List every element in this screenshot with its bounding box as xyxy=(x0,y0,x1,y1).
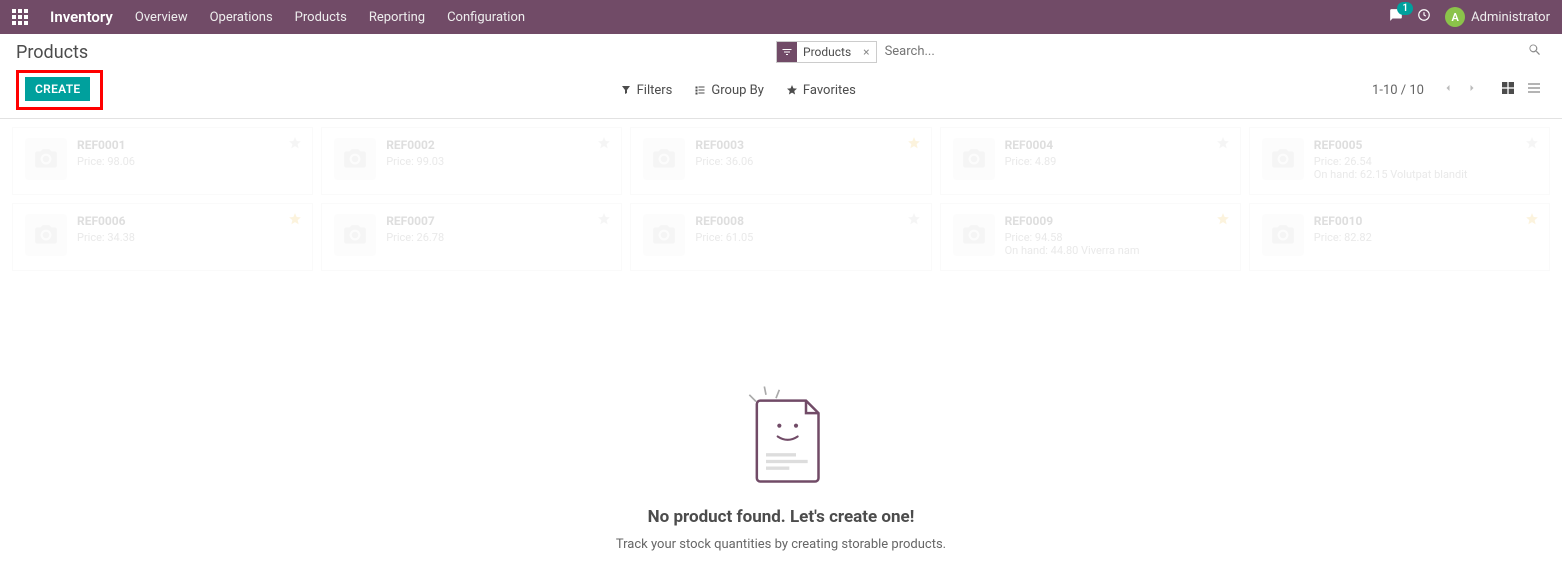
pager-text: 1-10 / 10 xyxy=(1372,83,1424,98)
favorites-button[interactable]: Favorites xyxy=(786,83,856,98)
avatar: A xyxy=(1445,7,1465,27)
star-icon[interactable] xyxy=(1525,136,1539,154)
favorites-label: Favorites xyxy=(803,83,856,98)
camera-icon xyxy=(25,214,67,256)
messaging-icon[interactable]: 1 xyxy=(1389,8,1403,26)
camera-icon xyxy=(953,214,995,256)
star-icon[interactable] xyxy=(288,212,302,230)
product-onhand: On hand: 44.80 Viverra nam xyxy=(1005,244,1228,257)
empty-state-illustration xyxy=(731,379,831,489)
pager-prev[interactable] xyxy=(1438,80,1458,100)
camera-icon xyxy=(25,138,67,180)
star-icon[interactable] xyxy=(907,212,921,230)
product-ref: REF0006 xyxy=(77,214,300,228)
product-price: Price: 61.05 xyxy=(695,231,918,244)
kanban-background: REF0001Price: 98.06REF0002Price: 99.03RE… xyxy=(0,119,1562,279)
product-ref: REF0005 xyxy=(1314,138,1537,152)
filters-button[interactable]: Filters xyxy=(620,83,673,98)
product-price: Price: 82.82 xyxy=(1314,231,1537,244)
activities-icon[interactable] xyxy=(1417,8,1431,26)
product-onhand: On hand: 62.15 Volutpat blandit xyxy=(1314,168,1537,181)
camera-icon xyxy=(334,138,376,180)
star-icon[interactable] xyxy=(907,136,921,154)
star-icon[interactable] xyxy=(1216,212,1230,230)
empty-state-desc: Track your stock quantities by creating … xyxy=(0,537,1562,552)
empty-state-title: No product found. Let's create one! xyxy=(0,507,1562,527)
topbar-left: Inventory Overview Operations Products Repo… xyxy=(12,8,525,26)
top-menu-bar: Inventory Overview Operations Products Repo… xyxy=(0,0,1562,34)
product-price: Price: 99.03 xyxy=(386,155,609,168)
nav-operations[interactable]: Operations xyxy=(210,10,273,25)
product-card[interactable]: REF0001 Price: 98.06 xyxy=(12,127,313,195)
product-ref: REF0007 xyxy=(386,214,609,228)
product-card[interactable]: REF0004 Price: 4.89 xyxy=(940,127,1241,195)
camera-icon xyxy=(1262,214,1304,256)
product-ref: REF0003 xyxy=(695,138,918,152)
camera-icon xyxy=(953,138,995,180)
nav-reporting[interactable]: Reporting xyxy=(369,10,425,25)
product-price: Price: 4.89 xyxy=(1005,155,1228,168)
product-card[interactable]: REF0008 Price: 61.05 xyxy=(630,203,931,271)
camera-icon xyxy=(1262,138,1304,180)
camera-icon xyxy=(643,138,685,180)
product-price: Price: 36.06 xyxy=(695,155,918,168)
topbar-right: 1 A Administrator xyxy=(1389,7,1550,27)
view-kanban[interactable] xyxy=(1496,78,1520,102)
facet-label: Products xyxy=(797,45,857,59)
chat-badge: 1 xyxy=(1397,2,1413,15)
create-highlight: CREATE xyxy=(16,70,103,110)
facet-remove[interactable]: × xyxy=(857,45,875,59)
search-input[interactable] xyxy=(877,40,1524,63)
user-menu[interactable]: A Administrator xyxy=(1445,7,1550,27)
module-name[interactable]: Inventory xyxy=(50,8,113,26)
product-ref: REF0009 xyxy=(1005,214,1228,228)
star-icon[interactable] xyxy=(597,136,611,154)
product-price: Price: 26.78 xyxy=(386,231,609,244)
empty-state: No product found. Let's create one! Trac… xyxy=(0,379,1562,552)
product-card[interactable]: REF0002 Price: 99.03 xyxy=(321,127,622,195)
filter-icon xyxy=(777,42,797,62)
product-card[interactable]: REF0006 Price: 34.38 xyxy=(12,203,313,271)
create-button[interactable]: CREATE xyxy=(25,77,90,101)
product-card[interactable]: REF0010 Price: 82.82 xyxy=(1249,203,1550,271)
product-card[interactable]: REF0003 Price: 36.06 xyxy=(630,127,931,195)
camera-icon xyxy=(643,214,685,256)
product-card[interactable]: REF0009 Price: 94.58On hand: 44.80 Viverr… xyxy=(940,203,1241,271)
view-list[interactable] xyxy=(1522,78,1546,102)
apps-icon[interactable] xyxy=(12,9,28,25)
groupby-label: Group By xyxy=(711,83,764,98)
star-icon[interactable] xyxy=(288,136,302,154)
star-icon[interactable] xyxy=(1525,212,1539,230)
search-icon[interactable] xyxy=(1524,43,1546,61)
star-icon[interactable] xyxy=(1216,136,1230,154)
product-ref: REF0004 xyxy=(1005,138,1228,152)
nav-products[interactable]: Products xyxy=(295,10,347,25)
nav-overview[interactable]: Overview xyxy=(135,10,188,25)
product-price: Price: 98.06 xyxy=(77,155,300,168)
product-card[interactable]: REF0005 Price: 26.54On hand: 62.15 Volutp… xyxy=(1249,127,1550,195)
product-ref: REF0001 xyxy=(77,138,300,152)
product-card[interactable]: REF0007 Price: 26.78 xyxy=(321,203,622,271)
control-panel: Products Products × CREATE xyxy=(0,34,1562,119)
search-facet-products[interactable]: Products × xyxy=(776,41,877,63)
camera-icon xyxy=(334,214,376,256)
product-price: Price: 94.58 xyxy=(1005,231,1228,244)
product-ref: REF0008 xyxy=(695,214,918,228)
user-name: Administrator xyxy=(1471,10,1550,25)
pager-next[interactable] xyxy=(1462,80,1482,100)
breadcrumb: Products xyxy=(16,42,88,63)
groupby-button[interactable]: Group By xyxy=(694,83,764,98)
product-price: Price: 26.54 xyxy=(1314,155,1537,168)
filters-label: Filters xyxy=(637,83,673,98)
product-ref: REF0002 xyxy=(386,138,609,152)
main-content: REF0001Price: 98.06REF0002Price: 99.03RE… xyxy=(0,119,1562,579)
product-price: Price: 34.38 xyxy=(77,231,300,244)
nav-configuration[interactable]: Configuration xyxy=(447,10,525,25)
product-ref: REF0010 xyxy=(1314,214,1537,228)
star-icon[interactable] xyxy=(597,212,611,230)
